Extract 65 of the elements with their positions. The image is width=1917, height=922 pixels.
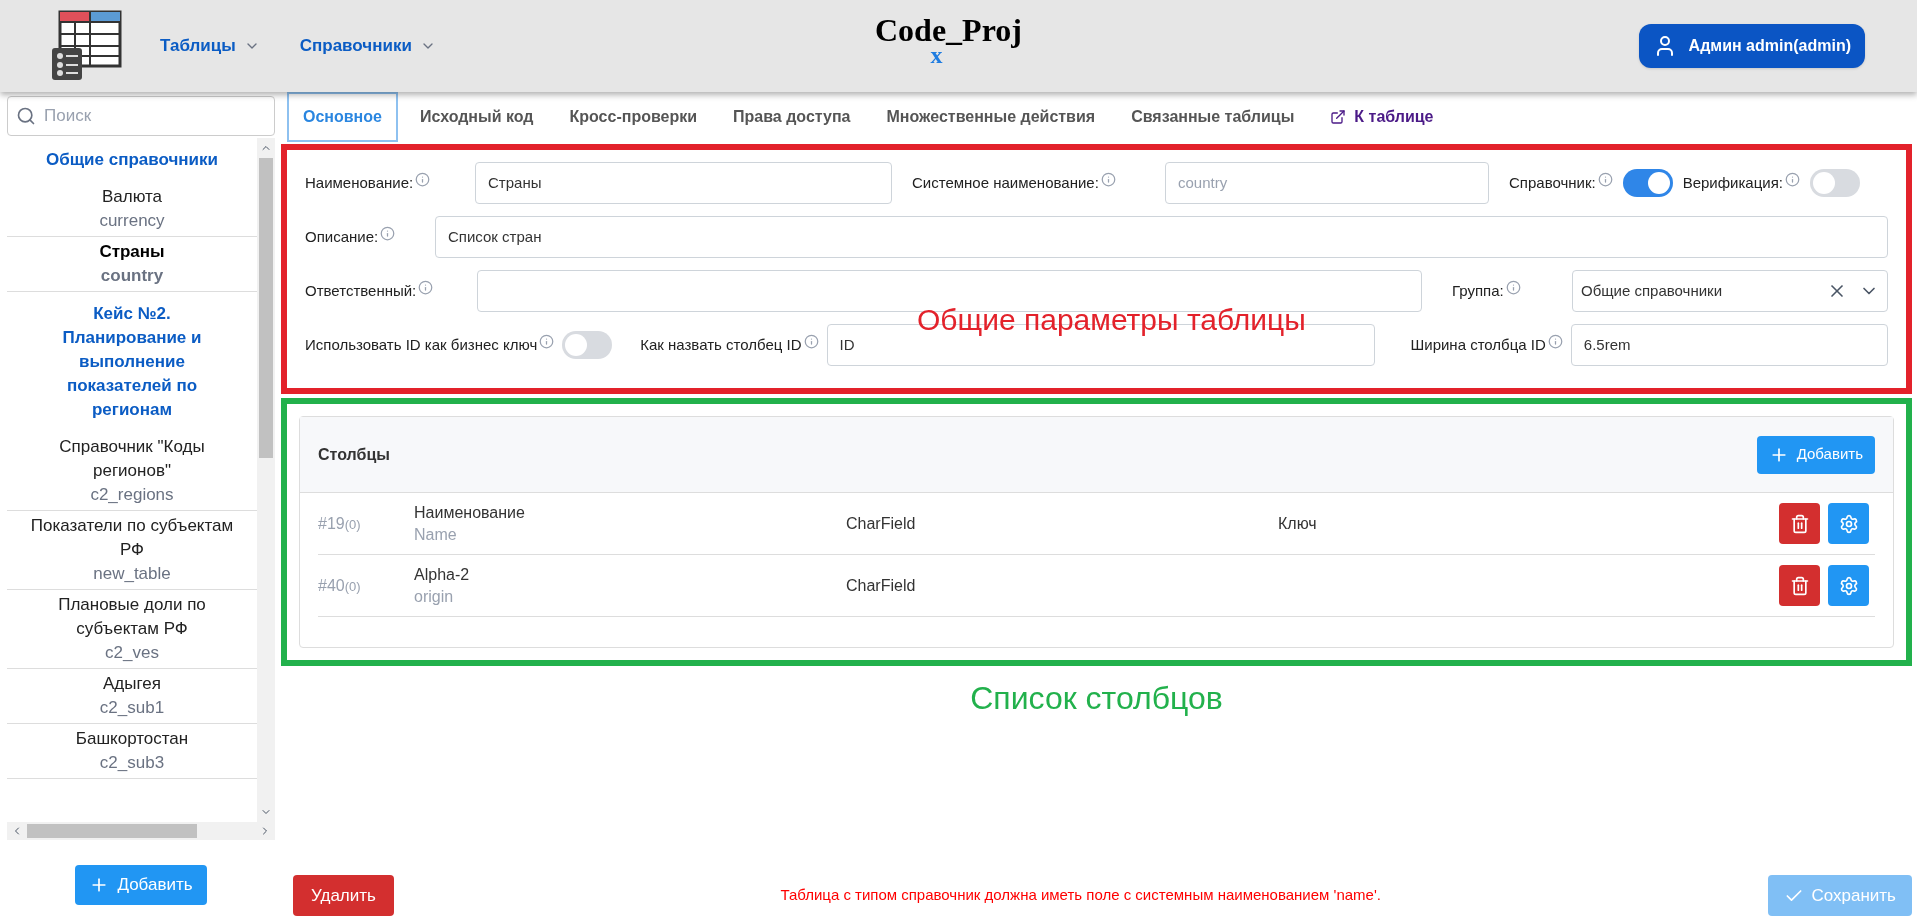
tab[interactable]: Права доступа bbox=[719, 92, 865, 142]
tab[interactable]: Исходный код bbox=[405, 92, 548, 142]
info-icon bbox=[1784, 171, 1800, 187]
trash-icon bbox=[1789, 513, 1810, 534]
info-icon bbox=[1505, 279, 1521, 295]
column-key: Ключ bbox=[1278, 511, 1317, 536]
user-button[interactable]: Админ admin(admin) bbox=[1638, 24, 1865, 68]
info-icon bbox=[380, 225, 396, 241]
table-link[interactable]: К таблице bbox=[1316, 92, 1448, 142]
column-name: Alpha-2 bbox=[414, 564, 471, 585]
field-label: Ответственный: bbox=[305, 280, 417, 301]
field-label: Ширина столбца ID bbox=[1410, 334, 1546, 355]
field-label: Описание: bbox=[305, 226, 379, 247]
column-type: CharField bbox=[846, 575, 917, 596]
scrollbar[interactable] bbox=[257, 138, 275, 822]
settings-button[interactable] bbox=[1828, 503, 1869, 544]
settings-button[interactable] bbox=[1828, 565, 1869, 606]
search-icon bbox=[16, 106, 36, 126]
tab[interactable]: Кросс-проверки bbox=[555, 92, 712, 142]
sidebar-group-title: Общие справочники bbox=[45, 149, 219, 171]
field-label: Как назвать столбец ID bbox=[640, 334, 802, 355]
tab[interactable]: Множественные действия bbox=[872, 92, 1110, 142]
column-system-name: Name bbox=[414, 524, 458, 545]
field-label: Системное наименование: bbox=[912, 172, 1099, 193]
info-icon bbox=[1547, 333, 1563, 349]
input-field[interactable]: Список стран bbox=[435, 216, 1888, 258]
settings-icon bbox=[1838, 575, 1859, 596]
column-type: CharField bbox=[846, 513, 917, 534]
info-icon bbox=[803, 333, 819, 349]
input-field[interactable]: 6.5rem bbox=[1570, 324, 1888, 366]
menu-dropdown[interactable]: Таблицы bbox=[160, 33, 260, 59]
field-label: Справочник: bbox=[1509, 172, 1596, 193]
info-icon bbox=[539, 333, 555, 349]
field-label: Верификация: bbox=[1682, 172, 1783, 193]
toggle-switch[interactable] bbox=[1809, 169, 1860, 197]
input-field[interactable]: Страны bbox=[475, 162, 892, 204]
settings-icon bbox=[1838, 513, 1859, 534]
column-name: Наименование bbox=[414, 502, 526, 523]
field-label: Группа: bbox=[1452, 280, 1504, 301]
info-icon bbox=[418, 279, 434, 295]
card-title: Столбцы bbox=[318, 444, 390, 465]
delete-button[interactable] bbox=[1779, 503, 1820, 544]
info-icon bbox=[415, 171, 431, 187]
validation-message: Таблица с типом справочник должна иметь поле с системным наименованием 'name'. bbox=[780, 885, 1381, 906]
column-system-name: origin bbox=[414, 586, 455, 607]
annotation-label: Список столбцов bbox=[970, 679, 1223, 718]
trash-icon bbox=[1789, 575, 1810, 596]
menu-dropdown[interactable]: Справочники bbox=[299, 33, 436, 59]
delete-button[interactable]: Удалить bbox=[293, 875, 394, 916]
external-link-icon bbox=[1330, 109, 1347, 125]
toggle-switch[interactable] bbox=[562, 331, 613, 359]
info-icon bbox=[1100, 171, 1116, 187]
sidebar-group-title: Кейс №2. Планирование и выполнение показателей по регионам bbox=[61, 303, 203, 421]
tab[interactable]: Основное bbox=[287, 92, 398, 142]
delete-button[interactable] bbox=[1779, 565, 1820, 606]
field-label: Использовать ID как бизнес ключ bbox=[305, 334, 538, 355]
column-id: #40(0) bbox=[318, 575, 362, 596]
toggle-switch[interactable] bbox=[1622, 169, 1673, 197]
scrollbar[interactable] bbox=[7, 822, 275, 840]
column-id: #19(0) bbox=[318, 513, 362, 534]
tab[interactable]: Связанные таблицы bbox=[1117, 92, 1309, 142]
field-label: Наименование: bbox=[305, 172, 414, 193]
table-logo-icon bbox=[50, 10, 124, 82]
group-select[interactable]: Общие справочники bbox=[1572, 270, 1888, 312]
info-icon bbox=[1597, 171, 1613, 187]
